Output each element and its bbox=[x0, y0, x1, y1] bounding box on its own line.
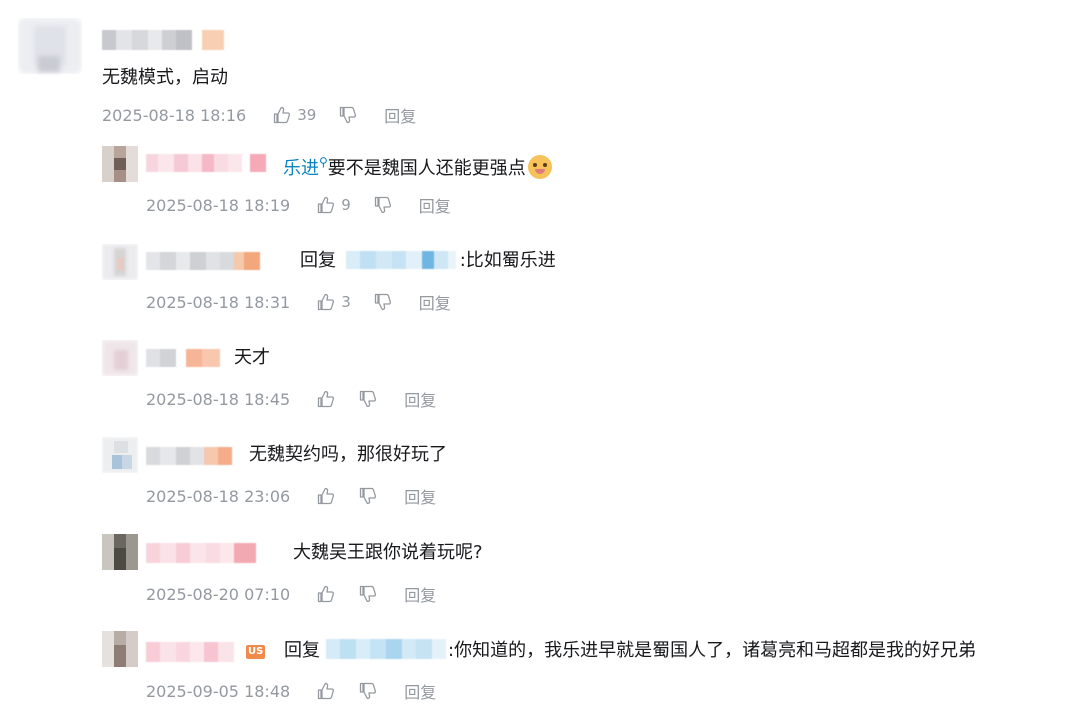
thumbs-down-icon bbox=[374, 196, 391, 214]
thumbs-down-icon bbox=[360, 390, 377, 408]
username-redacted[interactable] bbox=[102, 30, 224, 50]
mentioned-user-redacted[interactable] bbox=[326, 639, 446, 659]
reply-content: :你知道的，我乐进早就是蜀国人了，诸葛亮和马超都是我的好兄弟 bbox=[448, 640, 977, 661]
reply-text: 无魏契约吗，那很好玩了 bbox=[249, 444, 447, 465]
like-button[interactable] bbox=[316, 486, 336, 506]
dislike-button[interactable] bbox=[358, 389, 378, 409]
reply-meta: 2025-08-18 18:31 3 回复 bbox=[146, 290, 451, 314]
reply-meta: 2025-08-18 18:19 9 回复 bbox=[146, 193, 451, 217]
thumbs-up-icon bbox=[318, 585, 335, 603]
thumbs-down-icon bbox=[340, 106, 357, 124]
like-count: 3 bbox=[341, 293, 351, 311]
doge-emoji-icon bbox=[527, 155, 552, 179]
thumbs-up-icon bbox=[274, 106, 291, 124]
username-redacted[interactable] bbox=[146, 447, 232, 465]
avatar[interactable] bbox=[102, 146, 138, 182]
reply-time: 2025-08-18 23:06 bbox=[146, 486, 291, 506]
dislike-button[interactable] bbox=[338, 105, 358, 125]
reply-meta: 2025-08-18 23:06 回复 bbox=[146, 484, 436, 508]
username-redacted[interactable] bbox=[146, 349, 220, 367]
thumbs-up-icon bbox=[318, 390, 335, 408]
username-redacted[interactable] bbox=[146, 252, 260, 270]
thumbs-up-icon bbox=[318, 196, 335, 214]
comment-text: 无魏模式，启动 bbox=[102, 67, 228, 88]
reply-button[interactable]: 回复 bbox=[404, 582, 436, 606]
thumbs-down-icon bbox=[374, 293, 391, 311]
reply-time: 2025-08-18 18:31 bbox=[146, 292, 291, 312]
reply-content: :比如蜀乐进 bbox=[459, 250, 556, 271]
comment-time: 2025-08-18 18:16 bbox=[102, 105, 247, 125]
dislike-button[interactable] bbox=[358, 584, 378, 604]
like-button[interactable]: 9 bbox=[316, 195, 351, 215]
thumbs-down-icon bbox=[360, 682, 377, 700]
like-button[interactable] bbox=[316, 584, 336, 604]
like-count: 9 bbox=[341, 196, 351, 214]
reply-content: 要不是魏国人还能更强点 bbox=[327, 158, 526, 179]
like-button[interactable]: 39 bbox=[272, 105, 316, 125]
reply-text: 回复 :你知道的，我乐进早就是蜀国人了，诸葛亮和马超都是我的好兄弟 bbox=[284, 639, 976, 663]
avatar[interactable] bbox=[102, 437, 138, 473]
reply-button[interactable]: 回复 bbox=[419, 193, 451, 217]
reply-time: 2025-08-18 18:19 bbox=[146, 195, 291, 215]
thumbs-down-icon bbox=[360, 487, 377, 505]
dislike-button[interactable] bbox=[373, 292, 393, 312]
thumbs-up-icon bbox=[318, 293, 335, 311]
reply-button[interactable]: 回复 bbox=[419, 290, 451, 314]
thumbs-up-icon bbox=[318, 487, 335, 505]
reply-time: 2025-09-05 18:48 bbox=[146, 681, 291, 701]
reply-text: 乐进⚲要不是魏国人还能更强点 bbox=[283, 150, 552, 181]
avatar[interactable] bbox=[102, 340, 138, 376]
dislike-button[interactable] bbox=[358, 486, 378, 506]
search-mark-icon[interactable]: ⚲ bbox=[319, 155, 328, 169]
reply-button[interactable]: 回复 bbox=[404, 484, 436, 508]
avatar[interactable] bbox=[102, 534, 138, 570]
comment-meta: 2025-08-18 18:16 39 回复 bbox=[102, 103, 416, 127]
reply-prefix: 回复 bbox=[284, 640, 320, 661]
thumbs-down-icon bbox=[360, 585, 377, 603]
thumbs-up-icon bbox=[318, 682, 335, 700]
avatar-tail bbox=[38, 56, 60, 72]
reply-button[interactable]: 回复 bbox=[404, 679, 436, 703]
username-redacted[interactable] bbox=[146, 154, 266, 172]
dislike-button[interactable] bbox=[358, 681, 378, 701]
username-redacted[interactable] bbox=[146, 642, 234, 662]
like-button[interactable]: 3 bbox=[316, 292, 351, 312]
reply-time: 2025-08-20 07:10 bbox=[146, 584, 291, 604]
reply-text: 天才 bbox=[234, 347, 270, 368]
reply-text: 回复 :比如蜀乐进 bbox=[300, 249, 556, 273]
username-redacted[interactable] bbox=[146, 543, 256, 563]
mentioned-user-redacted[interactable] bbox=[345, 251, 456, 269]
like-count: 39 bbox=[297, 106, 317, 124]
reply-text: 大魏吴王跟你说着玩呢? bbox=[293, 542, 483, 563]
mention-link[interactable]: 乐进 bbox=[283, 158, 319, 179]
dislike-button[interactable] bbox=[373, 195, 393, 215]
reply-meta: 2025-08-18 18:45 回复 bbox=[146, 387, 436, 411]
user-badge: US bbox=[246, 645, 266, 659]
like-button[interactable] bbox=[316, 389, 336, 409]
reply-meta: 2025-09-05 18:48 回复 bbox=[146, 679, 436, 703]
reply-time: 2025-08-18 18:45 bbox=[146, 389, 291, 409]
like-button[interactable] bbox=[316, 681, 336, 701]
reply-meta: 2025-08-20 07:10 回复 bbox=[146, 582, 436, 606]
avatar[interactable] bbox=[102, 631, 138, 667]
reply-prefix: 回复 bbox=[300, 250, 336, 271]
reply-button[interactable]: 回复 bbox=[404, 387, 436, 411]
reply-button[interactable]: 回复 bbox=[384, 103, 416, 127]
avatar[interactable] bbox=[102, 244, 138, 280]
